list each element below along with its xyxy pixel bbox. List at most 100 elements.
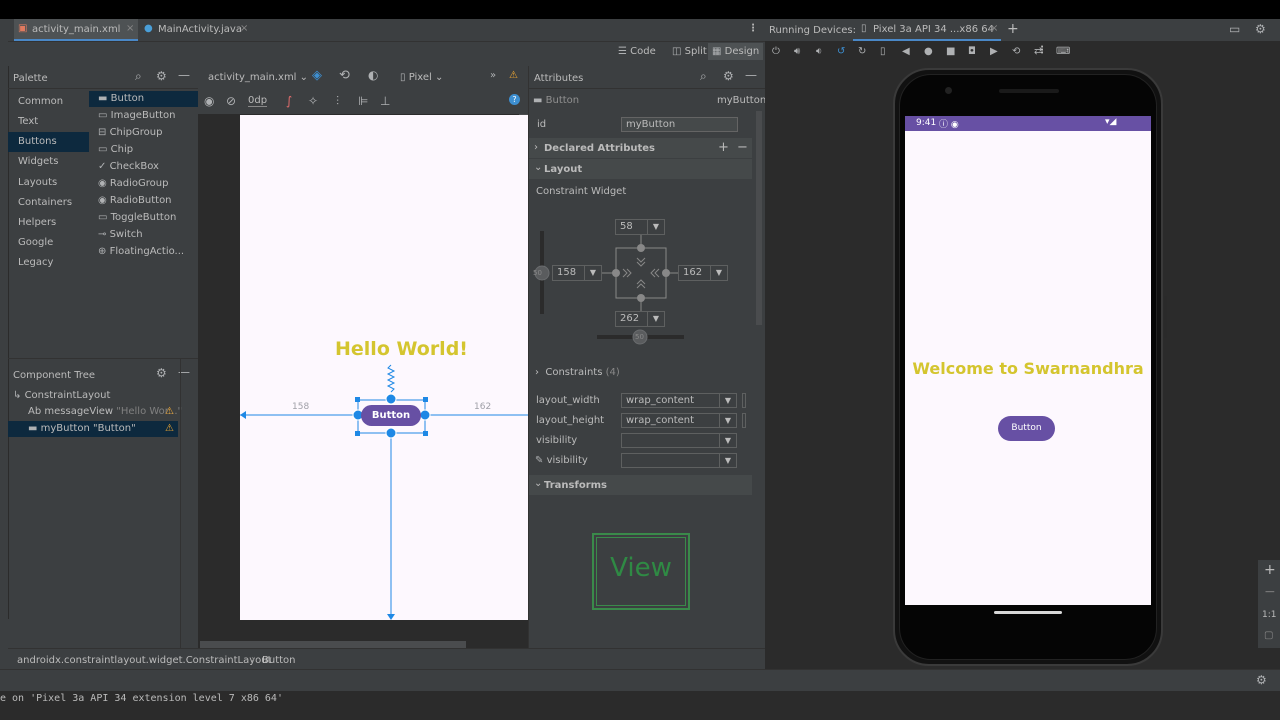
- emulator-more-icon[interactable]: ⋮: [1037, 45, 1047, 56]
- tab-main-activity[interactable]: ● MainActivity.java ×: [138, 19, 254, 41]
- device-selector[interactable]: ▯ Pixel ⌄: [400, 72, 443, 83]
- overview-icon[interactable]: ■: [946, 46, 955, 57]
- orientation-icon[interactable]: ⟲: [339, 68, 350, 83]
- warning-icon[interactable]: ⚠: [165, 406, 174, 417]
- record-icon[interactable]: ▶: [990, 46, 998, 57]
- palette-item-fab[interactable]: ⊕ FloatingActio...: [98, 246, 184, 257]
- palette-category-layouts[interactable]: Layouts: [18, 177, 57, 188]
- palette-category-containers[interactable]: Containers: [18, 197, 72, 208]
- gear-icon[interactable]: ⚙: [156, 69, 167, 83]
- infer-constraints-icon[interactable]: ✧: [308, 94, 318, 108]
- layout-section-header[interactable]: ⌄ Layout: [529, 159, 752, 179]
- camera-icon[interactable]: ◘: [968, 46, 976, 57]
- layout-width-dropdown[interactable]: wrap_content ▼: [621, 393, 737, 408]
- palette-category-legacy[interactable]: Legacy: [18, 257, 53, 268]
- fold-icon[interactable]: ▯: [880, 46, 886, 57]
- margin-right-dropdown[interactable]: 162 ▼: [678, 265, 728, 281]
- tab-activity-main[interactable]: ▣ activity_main.xml ×: [14, 19, 138, 41]
- layers-icon[interactable]: ◈: [312, 68, 322, 83]
- eye-icon[interactable]: ◉: [204, 94, 214, 108]
- breadcrumb-leaf[interactable]: Button: [262, 655, 296, 666]
- id-field[interactable]: myButton: [621, 117, 738, 132]
- zoom-actual-size-button[interactable]: 1:1: [1262, 610, 1276, 620]
- keyboard-icon[interactable]: ⌨: [1056, 46, 1070, 57]
- guidelines-icon[interactable]: ⊥: [380, 94, 390, 108]
- help-icon[interactable]: ?: [509, 94, 520, 105]
- palette-item-imagebutton[interactable]: ▭ ImageButton: [98, 110, 175, 121]
- home-gesture-bar[interactable]: [994, 611, 1062, 614]
- preview-button[interactable]: Button: [361, 405, 421, 426]
- breadcrumb-path[interactable]: androidx.constraintlayout.widget.Constra…: [17, 655, 272, 666]
- clear-constraints-icon[interactable]: ∫: [286, 94, 292, 108]
- palette-item-chip[interactable]: ▭ Chip: [98, 144, 133, 155]
- align-icon[interactable]: ⊫: [358, 94, 368, 108]
- design-mode-button[interactable]: ▦ Design: [708, 43, 764, 60]
- palette-category-helpers[interactable]: Helpers: [18, 217, 56, 228]
- margin-bottom-dropdown[interactable]: 262 ▼: [615, 311, 665, 327]
- window-icon[interactable]: ▭: [1229, 22, 1240, 36]
- layout-preview-screen[interactable]: Hello World! 158 162 Button: [240, 115, 528, 620]
- tree-node-messageview[interactable]: Ab messageView "Hello Wor...": [28, 406, 182, 417]
- minimize-icon[interactable]: —: [178, 68, 190, 82]
- minimize-icon[interactable]: —: [745, 68, 757, 82]
- phone-screen[interactable]: 9:41 ⓘ ◉ ▾◢ Welcome to Swarnandhra Butto…: [905, 116, 1151, 605]
- snapshot-icon[interactable]: ⟲: [1012, 46, 1020, 57]
- gear-icon[interactable]: ⚙: [723, 69, 734, 83]
- layout-height-dropdown[interactable]: wrap_content ▼: [621, 413, 737, 428]
- rotate-left-icon[interactable]: ↺: [837, 46, 845, 57]
- layout-width-pick[interactable]: [742, 393, 746, 408]
- more-chevron-icon[interactable]: »: [490, 70, 496, 81]
- device-tab[interactable]: ▯ Pixel 3a API 34 ...x86 64 ×: [853, 19, 1001, 41]
- palette-category-buttons[interactable]: Buttons: [18, 136, 57, 147]
- split-mode-button[interactable]: ◫ Split: [672, 46, 707, 57]
- vertical-bias-value[interactable]: 50: [533, 269, 542, 277]
- code-mode-button[interactable]: ☰ Code: [618, 46, 656, 57]
- margin-left-dropdown[interactable]: 158 ▼: [552, 265, 602, 281]
- transforms-section-header[interactable]: ⌄ Transforms: [529, 475, 752, 495]
- gear-icon[interactable]: ⚙: [156, 366, 167, 380]
- power-icon[interactable]: ⏻: [772, 46, 780, 57]
- layout-height-pick[interactable]: [742, 413, 746, 428]
- search-icon[interactable]: ⌕: [700, 69, 707, 84]
- attributes-scrollbar[interactable]: [756, 111, 762, 325]
- phone-side-button[interactable]: [1164, 296, 1167, 338]
- add-device-icon[interactable]: +: [1007, 21, 1019, 37]
- zoom-in-button[interactable]: +: [1264, 562, 1276, 578]
- warning-icon[interactable]: ⚠: [165, 423, 174, 434]
- palette-item-checkbox[interactable]: ✓ CheckBox: [98, 161, 159, 172]
- palette-item-radiogroup[interactable]: ◉ RadioGroup: [98, 178, 168, 189]
- palette-category-widgets[interactable]: Widgets: [18, 156, 58, 167]
- constraints-row[interactable]: › Constraints (4): [535, 367, 620, 378]
- zoom-out-button[interactable]: −: [1264, 584, 1276, 600]
- palette-item-button[interactable]: ▬ Button: [98, 93, 144, 104]
- palette-category-text[interactable]: Text: [18, 116, 38, 127]
- remove-icon[interactable]: −: [737, 140, 748, 155]
- phone-button[interactable]: Button: [998, 416, 1055, 441]
- back-icon[interactable]: ◀: [902, 46, 910, 57]
- more-vertical-icon[interactable]: ⋮: [748, 23, 758, 34]
- warning-icon[interactable]: ⚠: [509, 70, 518, 81]
- default-margin[interactable]: 0dp: [248, 95, 268, 107]
- tree-node-mybutton[interactable]: ▬ myButton "Button": [28, 423, 136, 434]
- pack-icon[interactable]: ⫶: [336, 94, 339, 109]
- canvas-horizontal-scrollbar[interactable]: [200, 641, 466, 648]
- add-icon[interactable]: +: [718, 140, 729, 155]
- palette-category-common[interactable]: Common: [18, 96, 63, 107]
- tree-node-constraintlayout[interactable]: ↳ ConstraintLayout: [13, 390, 110, 401]
- home-icon[interactable]: ●: [924, 46, 933, 57]
- volume-up-icon[interactable]: 🔊︎: [794, 46, 800, 57]
- night-mode-icon[interactable]: ◐: [368, 68, 378, 82]
- palette-category-google[interactable]: Google: [18, 237, 53, 248]
- palette-item-chipgroup[interactable]: ⊟ ChipGroup: [98, 127, 162, 138]
- zoom-fit-icon[interactable]: ▢: [1264, 630, 1273, 641]
- tools-visibility-dropdown[interactable]: ▼: [621, 453, 737, 468]
- margin-top-dropdown[interactable]: 58 ▼: [615, 219, 665, 235]
- rotate-right-icon[interactable]: ↻: [858, 46, 866, 57]
- close-icon[interactable]: ×: [126, 23, 134, 34]
- file-selector[interactable]: activity_main.xml ⌄: [208, 72, 308, 83]
- gear-icon[interactable]: ⚙: [1255, 22, 1266, 36]
- gear-icon[interactable]: ⚙: [1256, 673, 1267, 687]
- palette-item-radiobutton[interactable]: ◉ RadioButton: [98, 195, 172, 206]
- palette-item-switch[interactable]: ⊸ Switch: [98, 229, 143, 240]
- declared-attributes-header[interactable]: › Declared Attributes + −: [529, 138, 752, 158]
